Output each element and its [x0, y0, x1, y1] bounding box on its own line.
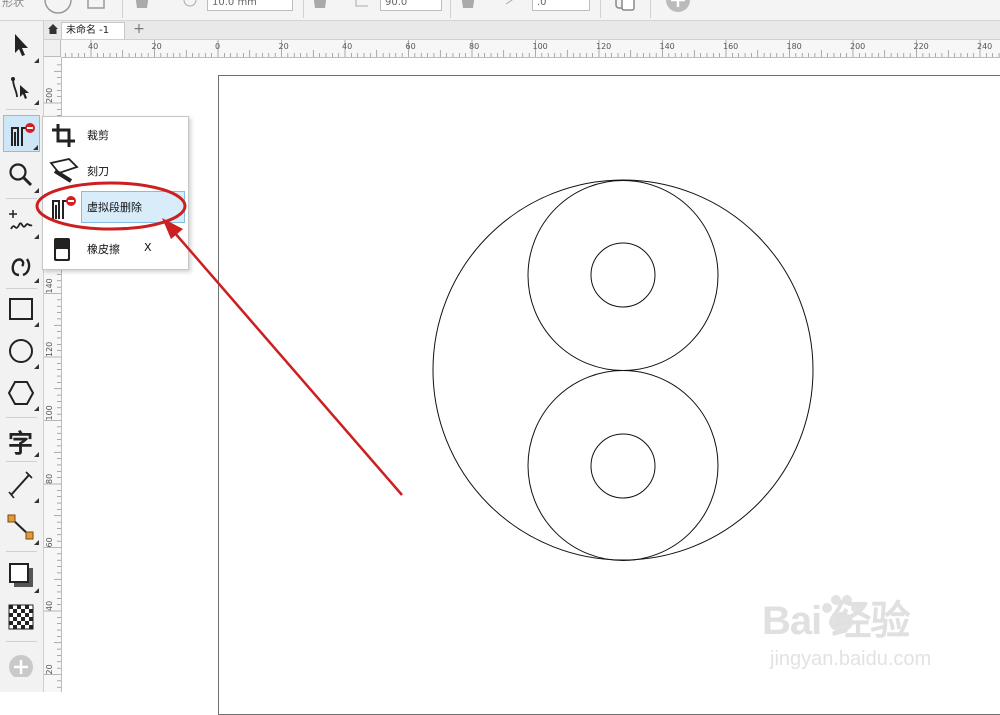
crop-tools-flyout: 裁剪 刻刀 虚拟段删除 橡皮擦 X	[42, 116, 189, 270]
flyout-label: 刻刀	[87, 165, 109, 178]
flyout-shortcut: X	[144, 241, 152, 254]
flyout-label: 裁剪	[87, 129, 109, 142]
watermark: Bai 经验 jingyan.baidu.com	[762, 588, 992, 688]
eraser-icon	[54, 238, 70, 261]
flyout-item-crop[interactable]: 裁剪	[43, 117, 188, 153]
knife-icon	[49, 158, 79, 183]
lower-circle[interactable]	[527, 370, 719, 561]
upper-circle[interactable]	[527, 180, 719, 371]
crop-icon	[52, 124, 75, 147]
flyout-label: 橡皮擦	[87, 243, 120, 256]
upper-inner-circle[interactable]	[590, 242, 656, 308]
watermark-url: jingyan.baidu.com	[770, 648, 932, 670]
flyout-item-virtual-segment-delete[interactable]: 虚拟段删除	[43, 189, 188, 225]
watermark-logo: Bai 经验	[762, 599, 910, 643]
virtual-segment-delete-icon	[52, 196, 76, 219]
lower-inner-circle[interactable]	[590, 433, 656, 499]
flyout-item-eraser[interactable]: 橡皮擦 X	[43, 231, 188, 267]
flyout-label: 虚拟段删除	[87, 201, 142, 214]
flyout-item-knife[interactable]: 刻刀	[43, 153, 188, 189]
